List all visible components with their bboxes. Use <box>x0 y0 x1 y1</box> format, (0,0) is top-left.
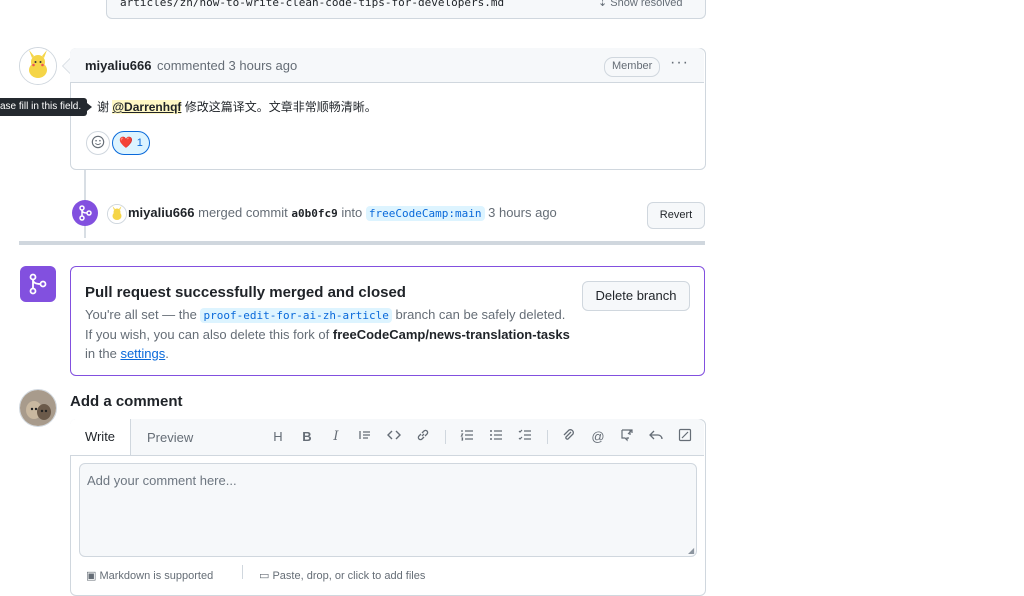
revert-button[interactable]: Revert <box>647 202 705 229</box>
timeline-divider <box>19 241 705 245</box>
merged-description: You're all set — the proof-edit-for-ai-z… <box>85 305 575 363</box>
unfold-icon: ⇣ <box>598 0 608 9</box>
reaction-count: 1 <box>136 137 143 149</box>
smiley-icon <box>91 135 105 149</box>
reply-icon[interactable] <box>647 428 665 446</box>
merge-action: merged commit <box>198 205 288 220</box>
bulleted-list-icon[interactable] <box>487 428 505 446</box>
paperclip-glyph <box>563 429 574 440</box>
add-reaction-button[interactable] <box>86 131 110 155</box>
markdown-note[interactable]: ▣ Markdown is supported <box>86 569 213 582</box>
git-merge-icon <box>79 205 92 221</box>
bulleted-list-glyph <box>490 430 502 440</box>
attach-files-note[interactable]: ▭ Paste, drop, or click to add files <box>259 569 425 582</box>
member-badge: Member <box>604 57 661 77</box>
footer-separator <box>242 565 243 579</box>
merge-author[interactable]: miyaliu666 <box>128 205 195 220</box>
cross-reference-glyph <box>621 429 633 442</box>
link-glyph <box>417 429 429 441</box>
merged-line2-mid: in the <box>85 346 117 361</box>
quote-glyph <box>359 431 370 439</box>
tab-preview[interactable]: Preview <box>147 430 193 445</box>
show-resolved-button[interactable]: ⇣ Show resolved <box>598 0 682 9</box>
comment-body-prefix: 谢 <box>97 100 110 114</box>
merge-author-avatar[interactable] <box>107 204 127 224</box>
attach-icon[interactable] <box>560 428 578 446</box>
heading-icon[interactable]: H <box>269 428 287 446</box>
mention-link[interactable]: @Darrenhqf <box>112 100 182 114</box>
comment-body-suffix: 修改这篇译文。文章非常顺畅清晰。 <box>184 100 377 114</box>
commit-sha-link[interactable]: a0b0fc9 <box>291 207 337 220</box>
task-list-icon[interactable] <box>516 428 534 446</box>
validation-tooltip: ase fill in this field. <box>0 98 93 116</box>
pikachu-avatar-icon <box>20 48 56 84</box>
merged-line1-prefix: You're all set — the <box>85 307 197 322</box>
pikachu-avatar-icon <box>108 205 126 223</box>
comment-author[interactable]: miyaliu666 <box>85 58 152 73</box>
current-user-avatar[interactable] <box>19 389 57 427</box>
file-path[interactable]: articles/zh/how-to-write-clean-code-tips… <box>120 0 504 9</box>
merged-status-badge <box>20 266 56 302</box>
code-glyph <box>387 430 401 440</box>
comment-time[interactable]: commented 3 hours ago <box>157 58 297 73</box>
avatar[interactable] <box>19 47 57 85</box>
target-branch-ref[interactable]: freeCodeCamp:main <box>365 206 485 221</box>
settings-link[interactable]: settings <box>120 346 165 361</box>
attach-label: Paste, drop, or click to add files <box>272 570 426 582</box>
resize-handle-icon[interactable]: ◢ <box>688 546 694 555</box>
heart-reaction-button[interactable]: ❤️ 1 <box>112 131 150 155</box>
reply-glyph <box>649 430 663 440</box>
cross-reference-icon[interactable] <box>618 428 636 446</box>
merge-event-badge <box>72 200 98 226</box>
image-icon: ▭ <box>259 570 270 582</box>
italic-icon[interactable]: I <box>327 428 345 446</box>
toolbar-separator <box>547 430 548 444</box>
fork-name: freeCodeCamp/news-translation-tasks <box>332 327 570 342</box>
merge-time[interactable]: 3 hours ago <box>488 205 557 220</box>
delete-branch-button[interactable]: Delete branch <box>582 281 690 311</box>
git-merge-icon <box>29 273 47 295</box>
fullscreen-glyph <box>678 428 692 442</box>
head-branch-ref[interactable]: proof-edit-for-ai-zh-article <box>200 308 392 323</box>
bold-icon[interactable]: B <box>298 428 316 446</box>
cat-avatar-icon <box>20 390 56 426</box>
numbered-list-glyph <box>460 430 473 441</box>
merged-line2-end: . <box>165 346 169 361</box>
merge-into: into <box>341 205 363 220</box>
merged-title: Pull request successfully merged and clo… <box>85 284 406 301</box>
toolbar-separator <box>445 430 446 444</box>
task-list-glyph <box>518 429 531 440</box>
merge-event-text: miyaliu666 merged commit a0b0fc9 into fr… <box>128 205 557 221</box>
merged-line1-suffix: branch can be safely deleted. <box>395 307 566 322</box>
mention-icon[interactable]: @ <box>589 428 607 446</box>
comment-placeholder: Add your comment here... <box>87 473 237 488</box>
quote-icon[interactable] <box>356 428 374 446</box>
link-icon[interactable] <box>414 428 432 446</box>
add-comment-title: Add a comment <box>70 393 183 410</box>
fullscreen-icon[interactable] <box>676 428 694 446</box>
tab-write[interactable]: Write <box>70 419 131 455</box>
comment-body: 谢 @Darrenhqf 修改这篇译文。文章非常顺畅清晰。 <box>97 98 377 115</box>
heart-icon: ❤️ <box>119 137 133 149</box>
show-resolved-label: Show resolved <box>610 0 683 9</box>
markdown-icon: ▣ <box>86 570 97 582</box>
code-icon[interactable] <box>385 428 403 446</box>
numbered-list-icon[interactable] <box>458 428 476 446</box>
markdown-label: Markdown is supported <box>99 570 214 582</box>
comment-menu-icon[interactable]: ··· <box>670 54 689 72</box>
merged-line2-prefix: If you wish, you can also delete this fo… <box>85 327 330 342</box>
